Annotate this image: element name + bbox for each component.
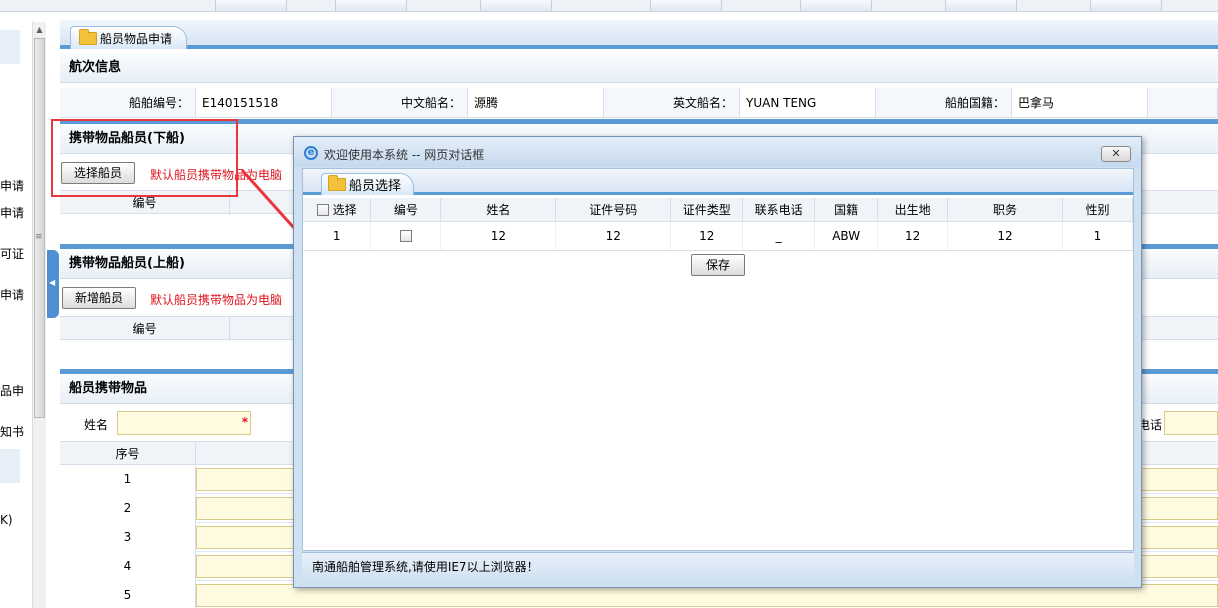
top-nav-tab[interactable]	[335, 0, 407, 11]
top-nav-tab[interactable]	[945, 0, 1017, 11]
voyage-info-row: 船舶编号： E140151518 中文船名： 源腾 英文船名： YUAN TEN…	[60, 88, 1218, 118]
col-nationality-header: 国籍	[814, 198, 879, 222]
folder-icon	[328, 175, 346, 191]
seq-number: 5	[60, 581, 196, 608]
dialog-title: 欢迎使用本系统 -- 网页对话框	[324, 148, 485, 162]
col-phone-header: 联系电话	[742, 198, 816, 222]
seq-number: 1	[60, 465, 196, 494]
top-nav-tab[interactable]	[215, 0, 287, 11]
col-id-type-header: 证件类型	[670, 198, 744, 222]
cell-position: 12	[947, 221, 1063, 251]
sidebar-item[interactable]: 申请	[0, 286, 24, 303]
cell-id-no: 12	[555, 221, 672, 251]
dialog-footer-status: 南通船舶管理系统,请使用IE7以上浏览器！	[302, 552, 1134, 581]
col-position-header: 职务	[947, 198, 1063, 222]
english-name-value: YUAN TENG	[740, 88, 876, 117]
scrollbar-thumb[interactable]	[34, 38, 45, 418]
collapse-arrow-icon: ◀	[49, 278, 56, 287]
col-select-label: 选择	[332, 202, 357, 217]
name-label: 姓名	[84, 418, 109, 432]
row-checkbox[interactable]	[399, 230, 412, 242]
top-nav-tab[interactable]	[1090, 0, 1162, 11]
cell-select: 1	[303, 221, 372, 251]
table-row[interactable]: 1 12 12 12 _ ABW 12 12 1	[303, 221, 1133, 251]
phone-input[interactable]	[1164, 411, 1218, 435]
dialog-titlebar[interactable]: e 欢迎使用本系统 -- 网页对话框 ✕	[294, 137, 1141, 167]
tab-crew-select[interactable]: 船员选择	[321, 173, 415, 195]
sidebar-selected-highlight	[0, 30, 20, 64]
nationality-value: 巴拿马	[1012, 88, 1148, 117]
sidebar-item[interactable]: 可证	[0, 245, 24, 262]
name-input[interactable]: *	[117, 411, 251, 435]
sidebar-collapse-handle[interactable]: ◀	[47, 250, 59, 318]
dialog-tab-label: 船员选择	[349, 179, 402, 194]
tab-label: 船员物品申请	[100, 31, 173, 46]
cell-name: 12	[440, 221, 557, 251]
cell-birthplace: 12	[877, 221, 949, 251]
tab-crew-items-application[interactable]: 船员物品申请	[70, 26, 188, 49]
cell-gender: 1	[1062, 221, 1133, 251]
col-name-header: 姓名	[440, 198, 557, 222]
nationality-label: 船舶国籍：	[876, 88, 1012, 117]
sidebar-item[interactable]: 品申	[0, 382, 24, 399]
embark-default-note: 默认船员携带物品为电脑	[150, 293, 283, 307]
cell-id-type: 12	[670, 221, 744, 251]
top-nav-tab[interactable]	[650, 0, 722, 11]
col-gender-header: 性别	[1062, 198, 1133, 222]
required-mark: *	[241, 415, 248, 429]
seq-number: 4	[60, 552, 196, 581]
col-birthplace-header: 出生地	[877, 198, 949, 222]
seq-header: 序号	[60, 442, 196, 466]
cell-nationality: ABW	[814, 221, 879, 251]
crew-select-dialog: e 欢迎使用本系统 -- 网页对话框 ✕ 船员选择 选择 编号 姓名 证件号码 …	[293, 136, 1142, 588]
english-name-label: 英文船名：	[604, 88, 740, 117]
seq-number: 3	[60, 523, 196, 552]
seq-number: 2	[60, 494, 196, 523]
voyage-section-heading: 航次信息	[60, 53, 1218, 83]
sidebar-item[interactable]: 申请	[0, 177, 24, 194]
crew-table: 选择 编号 姓名 证件号码 证件类型 联系电话 国籍 出生地 职务 性别 1 1…	[303, 198, 1133, 251]
chinese-name-value: 源腾	[468, 88, 604, 117]
folder-icon	[79, 28, 97, 45]
sidebar-item[interactable]: K)	[0, 513, 13, 527]
cell-phone: _	[742, 221, 816, 251]
dialog-content: 船员选择 选择 编号 姓名 证件号码 证件类型 联系电话 国籍 出生地 职务 性…	[302, 168, 1134, 551]
top-nav-strip	[0, 0, 1218, 12]
scroll-grip-icon: ≡	[35, 232, 43, 242]
sidebar-selected-highlight	[0, 449, 20, 483]
select-all-checkbox[interactable]	[316, 204, 329, 217]
sidebar-item[interactable]: 申请	[0, 204, 24, 221]
ship-no-label: 船舶编号：	[60, 88, 196, 117]
sidebar-item[interactable]: 知书	[0, 423, 24, 440]
chinese-name-label: 中文船名：	[332, 88, 468, 117]
col-no-header: 编号	[370, 198, 442, 222]
sidebar: 申请 申请 可证 申请 品申 知书 K)	[0, 13, 32, 608]
cell-no	[370, 221, 442, 251]
annotation-highlight-box	[51, 119, 238, 197]
ship-no-value: E140151518	[196, 88, 332, 117]
top-nav-tab[interactable]	[480, 0, 552, 11]
info-cell-empty	[1148, 88, 1218, 117]
top-nav-tab[interactable]	[800, 0, 872, 11]
col-select-header: 选择	[303, 198, 372, 222]
dialog-tabstrip: 船员选择	[303, 169, 1133, 195]
add-crew-button[interactable]: 新增船员	[62, 287, 137, 309]
sidebar-scrollbar[interactable]: ▲ ≡	[32, 22, 46, 608]
col-no-header: 编号	[60, 317, 230, 341]
col-id-no-header: 证件号码	[555, 198, 672, 222]
scroll-up-icon[interactable]: ▲	[34, 24, 45, 35]
save-button[interactable]: 保存	[691, 254, 746, 276]
dialog-close-button[interactable]: ✕	[1101, 146, 1131, 162]
ie-icon: e	[304, 146, 318, 160]
main-tabstrip: 船员物品申请	[60, 20, 1218, 49]
